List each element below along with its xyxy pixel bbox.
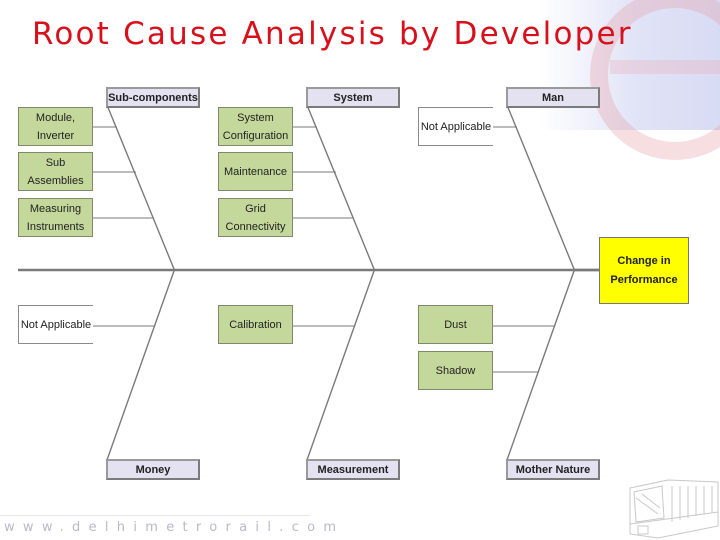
cause-grid-connectivity: Grid Connectivity [218,198,293,237]
cause-line1: Dust [444,318,467,331]
cause-line1: Calibration [229,318,282,331]
cause-line2: Instruments [26,220,85,233]
effect-box: Change in Performance [599,237,689,304]
metro-train-icon [629,479,719,539]
bone-mother-nature [506,270,575,461]
category-sub-components: Sub-components [106,87,200,108]
cause-line2: Configuration [222,129,289,142]
bone-sub-components [106,104,175,270]
cause-line2: Inverter [36,129,75,142]
bone-system [306,104,375,270]
cause-line1: Sub Assemblies [27,156,84,187]
bone-man [506,104,575,270]
category-money: Money [106,459,200,480]
bone-money [106,270,175,461]
cause-maintenance: Maintenance [218,152,293,191]
cause-module-inverter: Module, Inverter [18,107,93,146]
cause-line1: Measuring [29,202,82,215]
cause-dust: Dust [418,305,493,344]
cause-line1: Grid [245,202,266,215]
cause-calibration: Calibration [218,305,293,344]
cause-line1: Maintenance [224,165,287,178]
cause-line1: Module, [35,111,76,124]
category-mother-nature: Mother Nature [506,459,600,480]
footer-divider [0,515,310,516]
cause-line1: Not Applicable [20,318,92,331]
category-measurement: Measurement [306,459,400,480]
cause-line1: Shadow [435,364,476,377]
effect-line2: Performance [610,273,678,286]
cause-line1: System [237,111,274,124]
cause-sub-assemblies: Sub Assemblies [18,152,93,191]
cause-measuring-instruments: Measuring Instruments [18,198,93,237]
cause-man-not-applicable: Not Applicable [418,107,493,146]
bone-measurement [306,270,375,461]
cause-shadow: Shadow [418,351,493,390]
cause-money-not-applicable: Not Applicable [18,305,93,344]
cause-system-configuration: System Configuration [218,107,293,146]
cause-line1: Not Applicable [420,120,492,133]
cause-line2: Connectivity [225,220,286,233]
category-system: System [306,87,400,108]
category-man: Man [506,87,600,108]
footer-website: www.delhimetrorail.com [4,520,345,535]
effect-line1: Change in [617,254,671,267]
